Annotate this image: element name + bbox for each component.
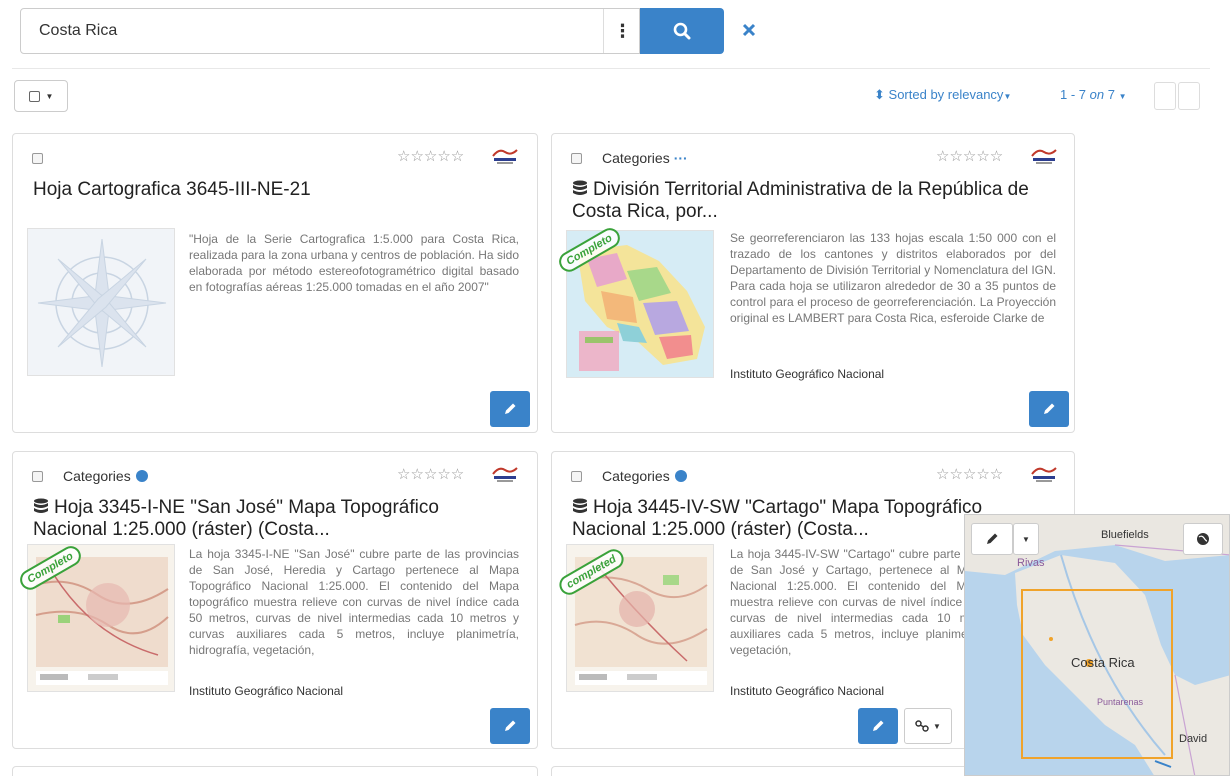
edit-button[interactable]: [490, 391, 530, 427]
draw-options-dropdown[interactable]: ▼: [1013, 523, 1039, 555]
card-title[interactable]: Hoja 3345-I-NE "San José" Mapa Topográfi…: [33, 497, 513, 541]
paging-dropdown[interactable]: 1 - 7 on 7 ▼: [1060, 87, 1127, 102]
caret-down-icon: ▼: [933, 721, 941, 731]
sort-icon: ⬍: [874, 87, 885, 102]
paging-on: on: [1089, 87, 1105, 102]
database-icon: [573, 180, 587, 195]
categories-label: Categories: [602, 150, 670, 166]
next-page-button[interactable]: [1178, 82, 1200, 110]
links-dropdown[interactable]: ▼: [904, 708, 952, 744]
result-card: ☆☆☆☆☆ Hoja Cartografica 3645-III-NE-21 "…: [12, 133, 538, 433]
card-title-text: División Territorial Administrativa de l…: [572, 179, 1029, 222]
card-title[interactable]: División Territorial Administrativa de l…: [572, 179, 1052, 223]
ign-logo: [491, 148, 519, 164]
card-checkbox[interactable]: [32, 153, 43, 164]
rating-stars[interactable]: ☆☆☆☆☆: [936, 465, 1003, 483]
card-organization[interactable]: Instituto Geográfico Nacional: [730, 367, 884, 381]
vertical-dots-icon: ⋮: [613, 20, 632, 41]
card-categories[interactable]: Categories: [602, 468, 687, 484]
pencil-icon: [987, 533, 998, 544]
caret-down-icon: ▼: [1003, 92, 1012, 101]
card-categories[interactable]: Categories ···: [602, 150, 688, 166]
card-checkbox[interactable]: [571, 471, 582, 482]
pencil-icon: [1044, 403, 1055, 414]
categories-label: Categories: [602, 468, 670, 484]
pencil-icon: [505, 403, 516, 414]
divider: [12, 68, 1210, 69]
link-icon: [915, 720, 929, 732]
ign-logo: [1030, 466, 1058, 482]
card-title-text: Hoja 3345-I-NE "San José" Mapa Topográfi…: [33, 497, 439, 540]
caret-down-icon: ▼: [45, 91, 54, 101]
result-card: Categories ··· ☆☆☆☆☆ División Territorial…: [551, 133, 1075, 433]
globe-icon[interactable]: [135, 470, 148, 482]
database-icon: [34, 498, 48, 513]
card-thumbnail[interactable]: [27, 228, 175, 376]
search-button[interactable]: [640, 8, 724, 54]
map-label-puntarenas: Puntarenas: [1097, 697, 1144, 707]
result-card: Categories ☆☆☆☆☆ Hoja 3345-I-NE "San Jos…: [12, 451, 538, 749]
map-label-bluefields: Bluefields: [1101, 529, 1149, 541]
edit-button[interactable]: [858, 708, 898, 744]
map-label-rivas: Rivas: [1017, 557, 1045, 569]
caret-down-icon: ▼: [1118, 92, 1127, 101]
rating-stars[interactable]: ☆☆☆☆☆: [397, 147, 464, 165]
card-description: La hoja 3345-I-NE "San José" cubre parte…: [189, 547, 519, 657]
search-input[interactable]: [21, 9, 603, 53]
previous-page-button[interactable]: [1154, 82, 1176, 110]
paging-range: 1 - 7: [1060, 87, 1087, 102]
rating-stars[interactable]: ☆☆☆☆☆: [936, 147, 1003, 165]
draw-button[interactable]: [971, 523, 1013, 555]
database-icon: [573, 498, 587, 513]
map-label-costa-rica: Costa Rica: [1071, 655, 1135, 670]
select-all-dropdown[interactable]: ▼: [14, 80, 68, 112]
close-icon: [742, 23, 756, 37]
card-title-text: Hoja 3445-IV-SW "Cartago" Mapa Topográfi…: [572, 497, 983, 540]
card-categories[interactable]: Categories: [63, 468, 148, 484]
card-title[interactable]: Hoja Cartografica 3645-III-NE-21: [33, 179, 523, 201]
map-globe-button[interactable]: [1183, 523, 1223, 555]
card-checkbox[interactable]: [571, 153, 582, 164]
compass-rose-icon: [37, 238, 167, 368]
rating-stars[interactable]: ☆☆☆☆☆: [397, 465, 464, 483]
card-checkbox[interactable]: [32, 471, 43, 482]
categories-label: Categories: [63, 468, 131, 484]
result-card: [12, 766, 538, 776]
sort-label: Sorted by relevancy: [888, 87, 1004, 102]
paging-total: 7: [1107, 87, 1115, 102]
pencil-icon: [873, 720, 884, 731]
ign-logo: [491, 466, 519, 482]
map-label-david: David: [1179, 733, 1208, 745]
search-options-button[interactable]: ⋮: [603, 9, 641, 53]
more-icon[interactable]: ···: [674, 150, 688, 166]
edit-button[interactable]: [1029, 391, 1069, 427]
caret-down-icon: ▼: [1022, 534, 1030, 544]
search-icon: [673, 22, 691, 40]
extent-bounding-box[interactable]: [1021, 589, 1173, 759]
card-organization[interactable]: Instituto Geográfico Nacional: [189, 684, 343, 698]
pencil-icon: [505, 720, 516, 731]
card-description: "Hoja de la Serie Cartografica 1:5.000 p…: [189, 232, 519, 294]
card-organization[interactable]: Instituto Geográfico Nacional: [730, 684, 884, 698]
map-panel[interactable]: Bluefields Rivas Costa Rica Puntarenas D…: [964, 514, 1230, 776]
sort-dropdown[interactable]: ⬍ Sorted by relevancy▼: [874, 87, 1011, 103]
ign-logo: [1030, 148, 1058, 164]
card-description: Se georreferenciaron las 133 hojas escal…: [730, 231, 1056, 325]
globe-icon: [1197, 533, 1209, 545]
clear-search-button[interactable]: [738, 18, 760, 42]
search-box: ⋮: [20, 8, 640, 54]
globe-icon[interactable]: [674, 470, 687, 482]
edit-button[interactable]: [490, 708, 530, 744]
checkbox-icon: [28, 90, 40, 102]
